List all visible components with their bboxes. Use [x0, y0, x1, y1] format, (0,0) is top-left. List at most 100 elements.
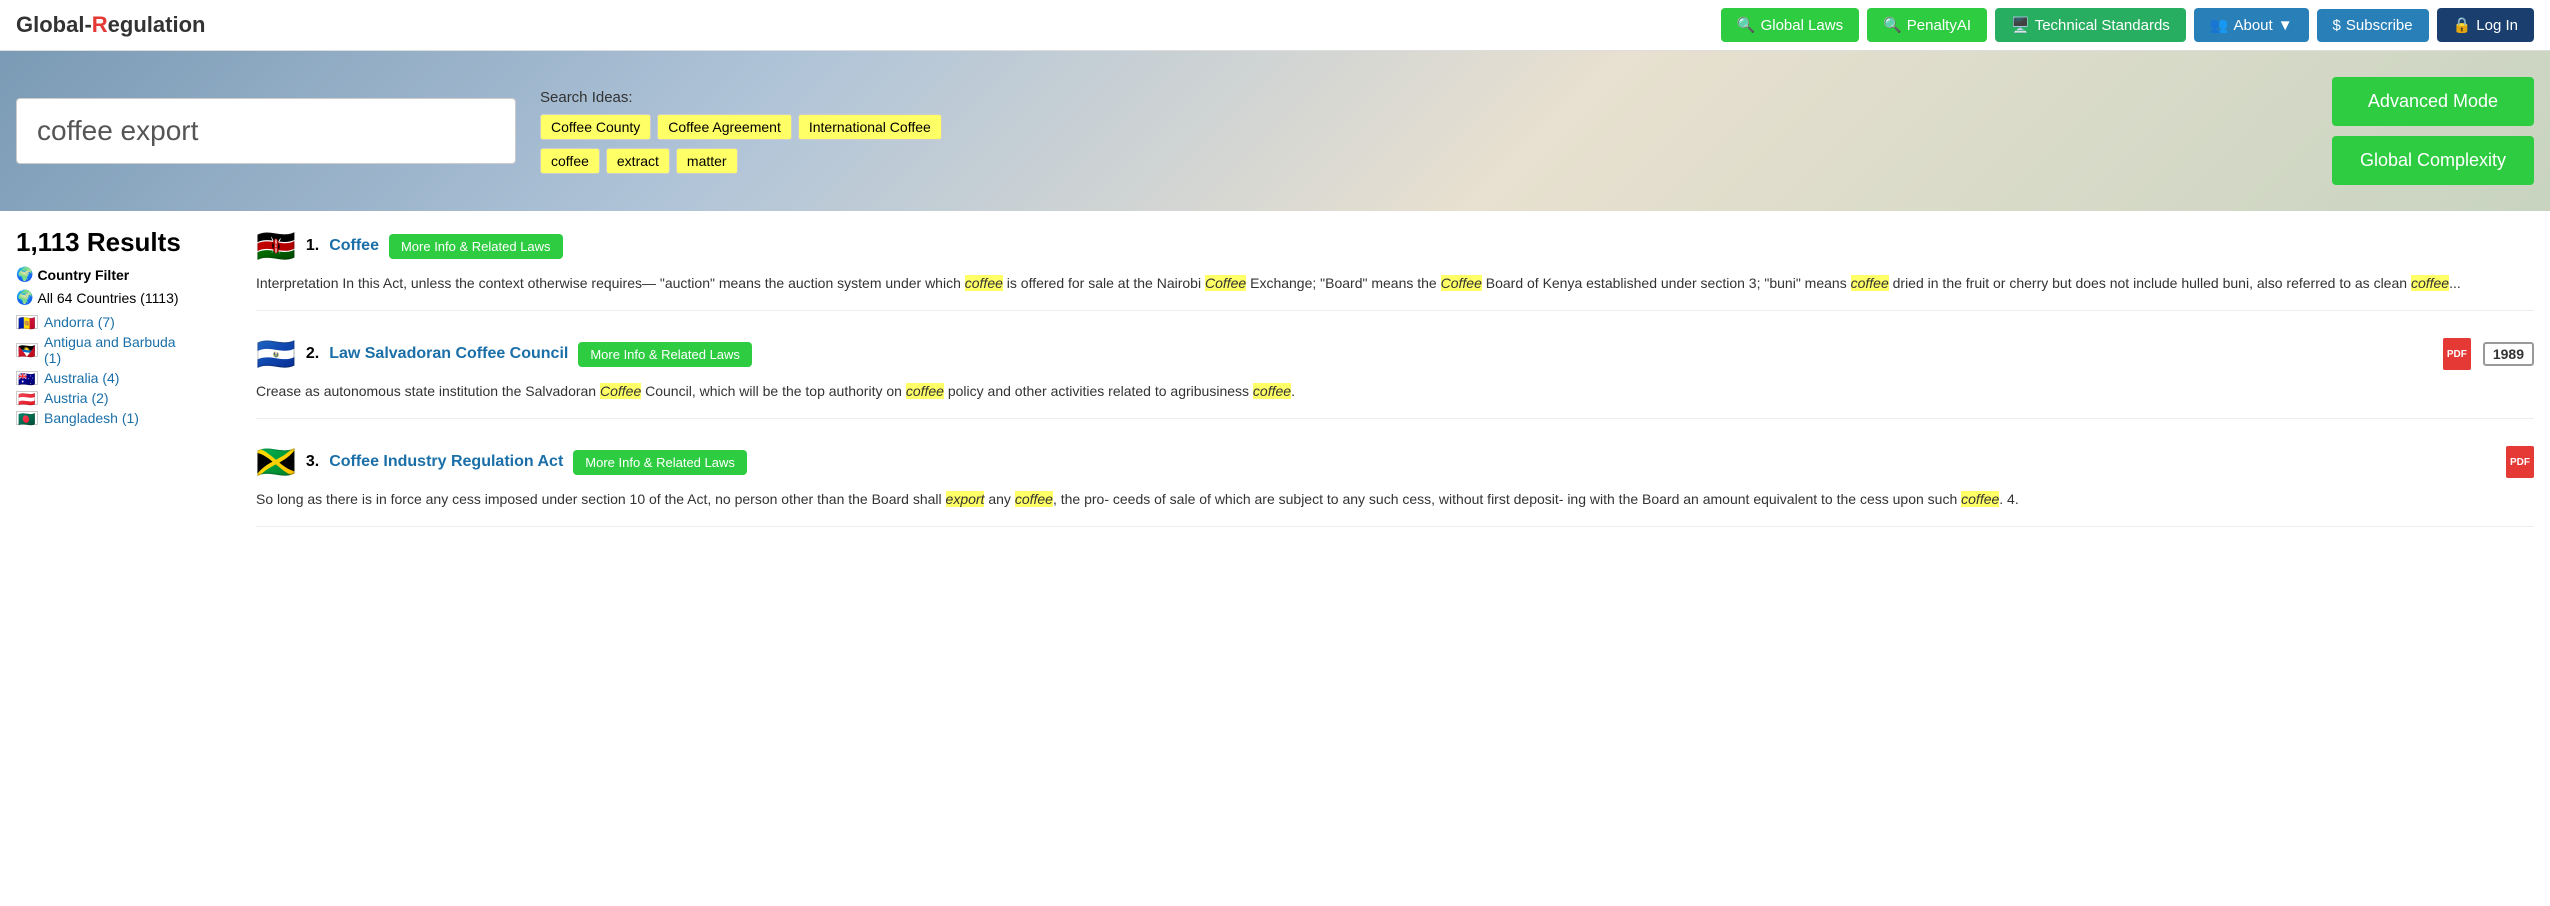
lock-icon: 🔒	[2453, 16, 2472, 34]
result-3-title[interactable]: Coffee Industry Regulation Act	[329, 453, 563, 471]
country-antigua: 🇦🇬 Antigua and Barbuda(1)	[16, 334, 236, 366]
result-3-more-info-button[interactable]: More Info & Related Laws	[573, 450, 747, 475]
idea-coffee-agreement[interactable]: Coffee Agreement	[657, 114, 792, 140]
about-icon: 👥	[2210, 16, 2229, 34]
flag-antigua: 🇦🇬	[16, 343, 38, 357]
highlight-coffee-5: coffee	[2411, 275, 2449, 291]
country-andorra-link[interactable]: Andorra (7)	[44, 314, 115, 330]
about-button[interactable]: 👥 About ▼	[2194, 8, 2309, 42]
subscribe-button[interactable]: $ Subscribe	[2317, 9, 2429, 42]
result-1-title-row: 🇰🇪 1. Coffee More Info & Related Laws	[256, 227, 2534, 265]
global-complexity-button[interactable]: Global Complexity	[2332, 136, 2534, 185]
idea-international-coffee[interactable]: International Coffee	[798, 114, 942, 140]
global-laws-label: Global Laws	[1761, 17, 1844, 34]
main-content: 1,113 Results 🌍 Country Filter 🌍 All 64 …	[0, 211, 2550, 567]
hero-section: Search Ideas: Coffee County Coffee Agree…	[0, 51, 2550, 211]
globe-icon: 🌍	[16, 266, 33, 283]
result-1-num: 1.	[306, 237, 319, 255]
country-australia: 🇦🇺 Australia (4)	[16, 370, 236, 386]
pdf-icon-2: PDF	[2443, 338, 2471, 370]
subscribe-label: Subscribe	[2346, 17, 2413, 34]
country-antigua-link[interactable]: Antigua and Barbuda(1)	[44, 334, 176, 366]
flag-andorra: 🇦🇩	[16, 315, 38, 329]
highlight-coffee-6: Coffee	[600, 383, 641, 399]
results-count: 1,113 Results	[16, 227, 236, 258]
idea-matter[interactable]: matter	[676, 148, 738, 174]
flag-australia: 🇦🇺	[16, 371, 38, 385]
highlight-export-1: export	[946, 491, 985, 507]
country-bangladesh-link[interactable]: Bangladesh (1)	[44, 410, 139, 426]
result-2-title[interactable]: Law Salvadoran Coffee Council	[329, 345, 568, 363]
technical-standards-button[interactable]: 🖥️ Technical Standards	[1995, 8, 2186, 42]
global-laws-button[interactable]: 🔍 Global Laws	[1721, 8, 1859, 42]
year-badge-2: 1989	[2483, 342, 2534, 366]
flag-kenya: 🇰🇪	[256, 227, 296, 265]
search-ideas: Search Ideas: Coffee County Coffee Agree…	[540, 89, 942, 174]
flag-bangladesh: 🇧🇩	[16, 411, 38, 425]
result-3-num: 3.	[306, 453, 319, 471]
all-countries-link[interactable]: All 64 Countries (1113)	[37, 290, 178, 306]
result-1-title[interactable]: Coffee	[329, 237, 379, 255]
search-icon: 🔍	[1737, 16, 1756, 34]
logo-text-g: Global-	[16, 12, 92, 37]
country-andorra: 🇦🇩 Andorra (7)	[16, 314, 236, 330]
sidebar: 1,113 Results 🌍 Country Filter 🌍 All 64 …	[16, 227, 236, 551]
idea-coffee[interactable]: coffee	[540, 148, 600, 174]
result-1-snippet: Interpretation In this Act, unless the c…	[256, 273, 2534, 294]
result-item-1: 🇰🇪 1. Coffee More Info & Related Laws In…	[256, 227, 2534, 311]
idea-coffee-county[interactable]: Coffee County	[540, 114, 651, 140]
highlight-coffee-3: Coffee	[1441, 275, 1482, 291]
highlight-coffee-2: Coffee	[1205, 275, 1246, 291]
country-filter-label: 🌍 Country Filter	[16, 266, 236, 283]
header: Global-Regulation 🔍 Global Laws 🔍 Penalt…	[0, 0, 2550, 51]
result-item-3: 🇯🇲 3. Coffee Industry Regulation Act Mor…	[256, 443, 2534, 527]
country-australia-link[interactable]: Australia (4)	[44, 370, 119, 386]
highlight-coffee-8: coffee	[1253, 383, 1291, 399]
logo: Global-Regulation	[16, 12, 205, 38]
highlight-coffee-4: coffee	[1851, 275, 1889, 291]
search-ideas-row1: Coffee County Coffee Agreement Internati…	[540, 114, 942, 140]
result-3-snippet: So long as there is in force any cess im…	[256, 489, 2534, 510]
pdf-icon-3: PDF	[2506, 446, 2534, 478]
result-2-snippet: Crease as autonomous state institution t…	[256, 381, 2534, 402]
result-2-num: 2.	[306, 345, 319, 363]
technical-icon: 🖥️	[2011, 16, 2030, 34]
highlight-coffee-7: coffee	[906, 383, 944, 399]
penalty-ai-label: PenaltyAI	[1907, 17, 1971, 34]
result-item-2: 🇸🇻 2. Law Salvadoran Coffee Council More…	[256, 335, 2534, 419]
result-3-title-row: 🇯🇲 3. Coffee Industry Regulation Act Mor…	[256, 443, 2534, 481]
result-1-more-info-button[interactable]: More Info & Related Laws	[389, 234, 563, 259]
result-3-right: PDF	[2502, 446, 2534, 478]
hero-buttons: Advanced Mode Global Complexity	[2332, 77, 2534, 185]
result-2-more-info-button[interactable]: More Info & Related Laws	[578, 342, 752, 367]
logo-text-r: R	[92, 12, 108, 37]
search-ideas-label: Search Ideas:	[540, 89, 942, 106]
highlight-coffee-1: coffee	[965, 275, 1003, 291]
result-2-title-row: 🇸🇻 2. Law Salvadoran Coffee Council More…	[256, 335, 2534, 373]
results-list: 🇰🇪 1. Coffee More Info & Related Laws In…	[256, 227, 2534, 551]
login-label: Log In	[2476, 17, 2518, 34]
flag-el-salvador: 🇸🇻	[256, 335, 296, 373]
country-bangladesh: 🇧🇩 Bangladesh (1)	[16, 410, 236, 426]
technical-standards-label: Technical Standards	[2035, 17, 2170, 34]
country-austria: 🇦🇹 Austria (2)	[16, 390, 236, 406]
flag-jamaica: 🇯🇲	[256, 443, 296, 481]
penalty-ai-button[interactable]: 🔍 PenaltyAI	[1867, 8, 1987, 42]
search-input[interactable]	[16, 98, 516, 164]
logo-text-rest: egulation	[108, 12, 206, 37]
result-2-right: PDF 1989	[2439, 338, 2534, 370]
login-button[interactable]: 🔒 Log In	[2437, 8, 2534, 42]
advanced-mode-button[interactable]: Advanced Mode	[2332, 77, 2534, 126]
search-ideas-row2: coffee extract matter	[540, 148, 942, 174]
about-label: About	[2233, 17, 2272, 34]
idea-extract[interactable]: extract	[606, 148, 670, 174]
dollar-icon: $	[2333, 17, 2341, 34]
penalty-icon: 🔍	[1883, 16, 1902, 34]
highlight-coffee-9: coffee	[1015, 491, 1053, 507]
all-countries-item[interactable]: 🌍 All 64 Countries (1113)	[16, 289, 236, 306]
highlight-coffee-10: coffee	[1961, 491, 1999, 507]
flag-austria: 🇦🇹	[16, 391, 38, 405]
chevron-down-icon: ▼	[2278, 17, 2293, 34]
country-austria-link[interactable]: Austria (2)	[44, 390, 109, 406]
globe-small-icon: 🌍	[16, 289, 33, 306]
